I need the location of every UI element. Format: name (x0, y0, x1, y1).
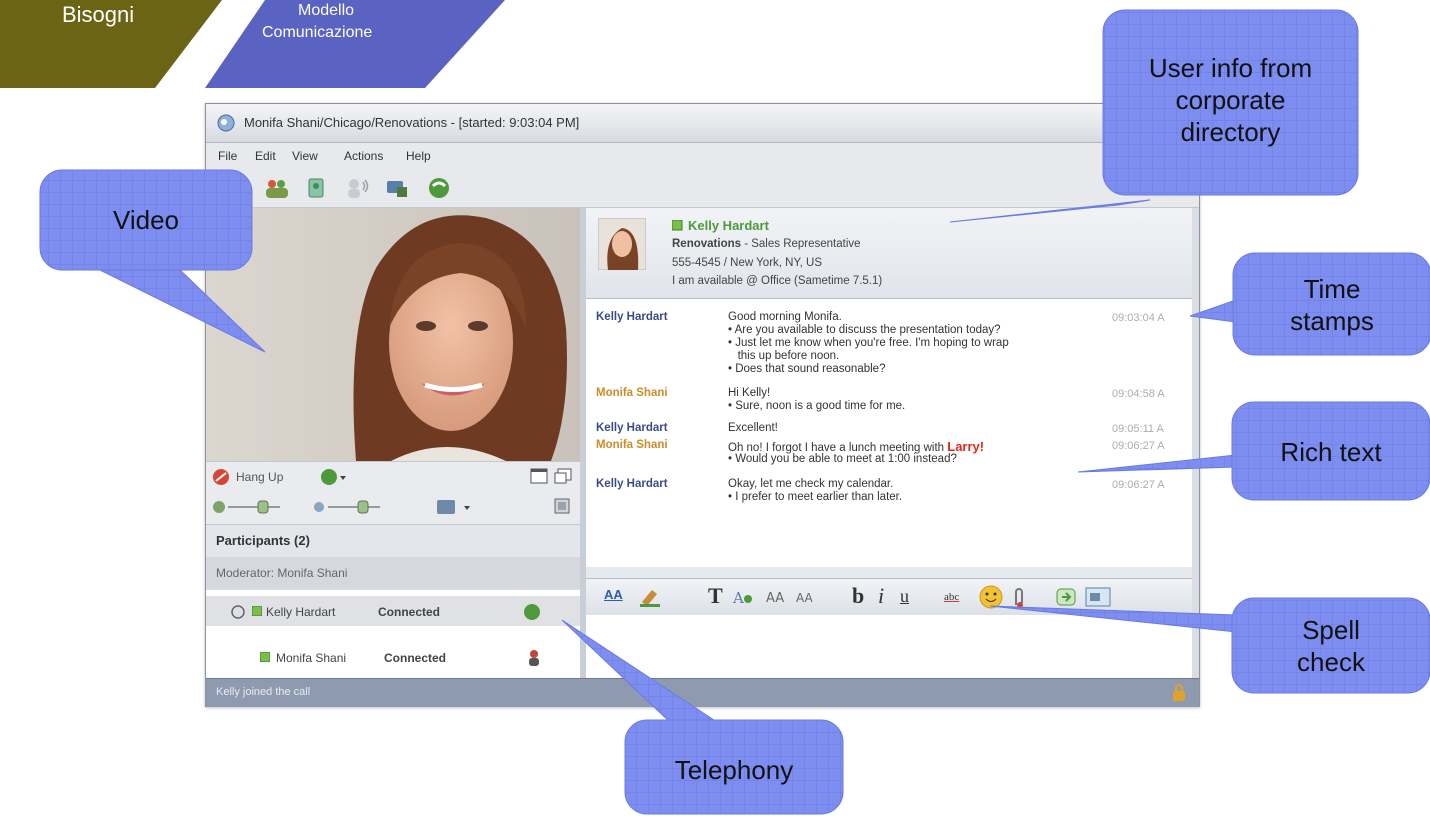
callout-video-text: Video (112, 205, 180, 235)
callout-time-stamps-line: Time (1303, 274, 1361, 304)
callout-user-info-line: directory (1180, 117, 1281, 147)
callout-time-stamps-line: stamps (1290, 306, 1374, 336)
callout-spell-check-line: check (1297, 647, 1365, 677)
callout-user-info-text: User info from corporate directory (1103, 52, 1358, 148)
callout-video (39, 169, 266, 353)
callout-time-stamps-text: Time stamps (1233, 273, 1430, 337)
callout-spell-check-text: Spell check (1232, 614, 1430, 678)
callout-user-info-line: User info from (1148, 53, 1313, 83)
callout-user-info-line: corporate (1175, 85, 1286, 115)
callout-spell-check-line: Spell (1302, 615, 1360, 645)
callout-telephony-text: Telephony (674, 755, 794, 785)
callout-rich-text-text: Rich text (1280, 437, 1382, 467)
